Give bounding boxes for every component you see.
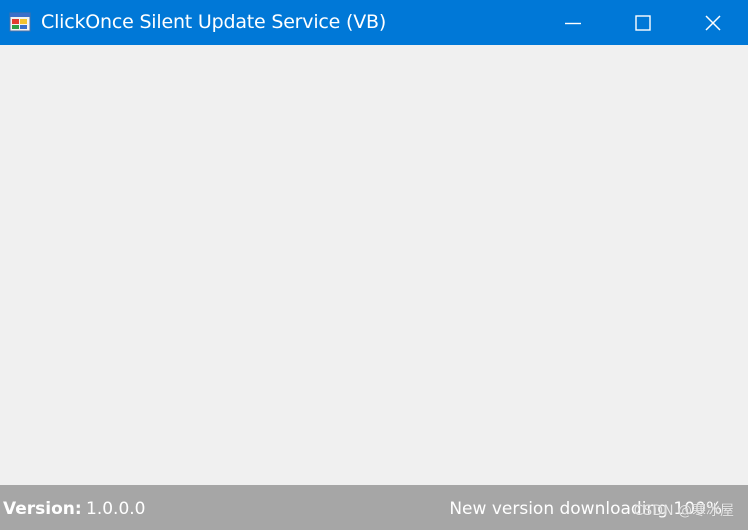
- close-icon: [705, 14, 721, 31]
- watermark: CSDN @寒冰屋: [633, 503, 734, 519]
- close-button[interactable]: [678, 0, 748, 45]
- version-label: Version:: [3, 499, 82, 519]
- maximize-button[interactable]: [608, 0, 678, 45]
- app-window: ClickOnce Silent Update Service (VB) Ver…: [0, 0, 748, 530]
- maximize-icon: [635, 14, 651, 31]
- status-bar: Version: 1.0.0.0 New version downloading…: [0, 485, 748, 530]
- application-window-icon[interactable]: [9, 11, 31, 33]
- title-bar[interactable]: ClickOnce Silent Update Service (VB): [0, 0, 748, 45]
- version-value: 1.0.0.0: [86, 499, 146, 519]
- client-area: [0, 45, 748, 485]
- minimize-button[interactable]: [538, 0, 608, 45]
- window-title: ClickOnce Silent Update Service (VB): [41, 11, 387, 33]
- minimize-icon: [565, 22, 581, 24]
